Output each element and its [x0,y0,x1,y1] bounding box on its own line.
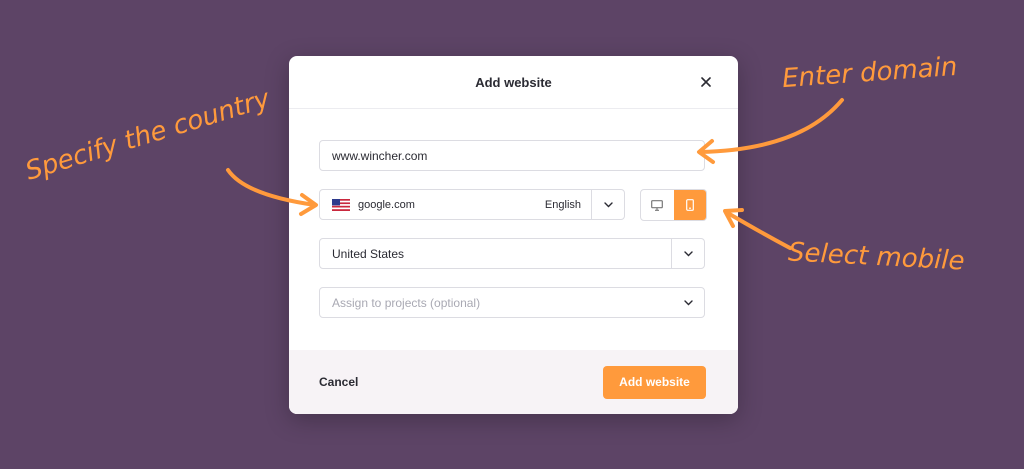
chevron-down-icon [683,299,693,305]
search-engine-language: English [544,198,581,211]
add-website-modal: Add website www.wincher.com google.com E… [289,56,738,414]
country-select[interactable]: United States [319,238,705,269]
domain-input[interactable]: www.wincher.com [319,140,705,171]
modal-footer: Cancel Add website [289,350,738,414]
modal-header: Add website [289,56,738,109]
country-dropdown[interactable] [671,239,704,268]
desktop-icon [651,199,664,211]
search-engine-dropdown[interactable] [591,190,624,219]
annotation-domain: Enter domain [781,51,959,95]
search-engine-domain: google.com [358,198,415,211]
annotation-mobile: Select mobile [787,237,966,277]
close-icon [701,77,711,87]
mobile-icon [685,199,694,211]
projects-select[interactable]: Assign to projects (optional) [319,287,705,318]
cancel-button[interactable]: Cancel [319,375,358,389]
search-engine-select[interactable]: google.com English [319,189,625,220]
chevron-down-icon [603,201,613,207]
chevron-down-icon [683,250,693,256]
close-button[interactable] [694,70,718,94]
mobile-button[interactable] [673,190,706,220]
us-flag-icon [332,198,350,211]
device-toggle [640,189,707,221]
annotation-country: Specify the country [22,83,274,187]
modal-title: Add website [475,74,552,90]
add-website-button[interactable]: Add website [603,365,706,399]
projects-placeholder: Assign to projects (optional) [332,295,481,310]
country-select-value: United States [332,246,405,261]
desktop-button[interactable] [641,190,674,220]
projects-dropdown[interactable] [672,288,704,317]
domain-input-value: www.wincher.com [332,148,428,163]
